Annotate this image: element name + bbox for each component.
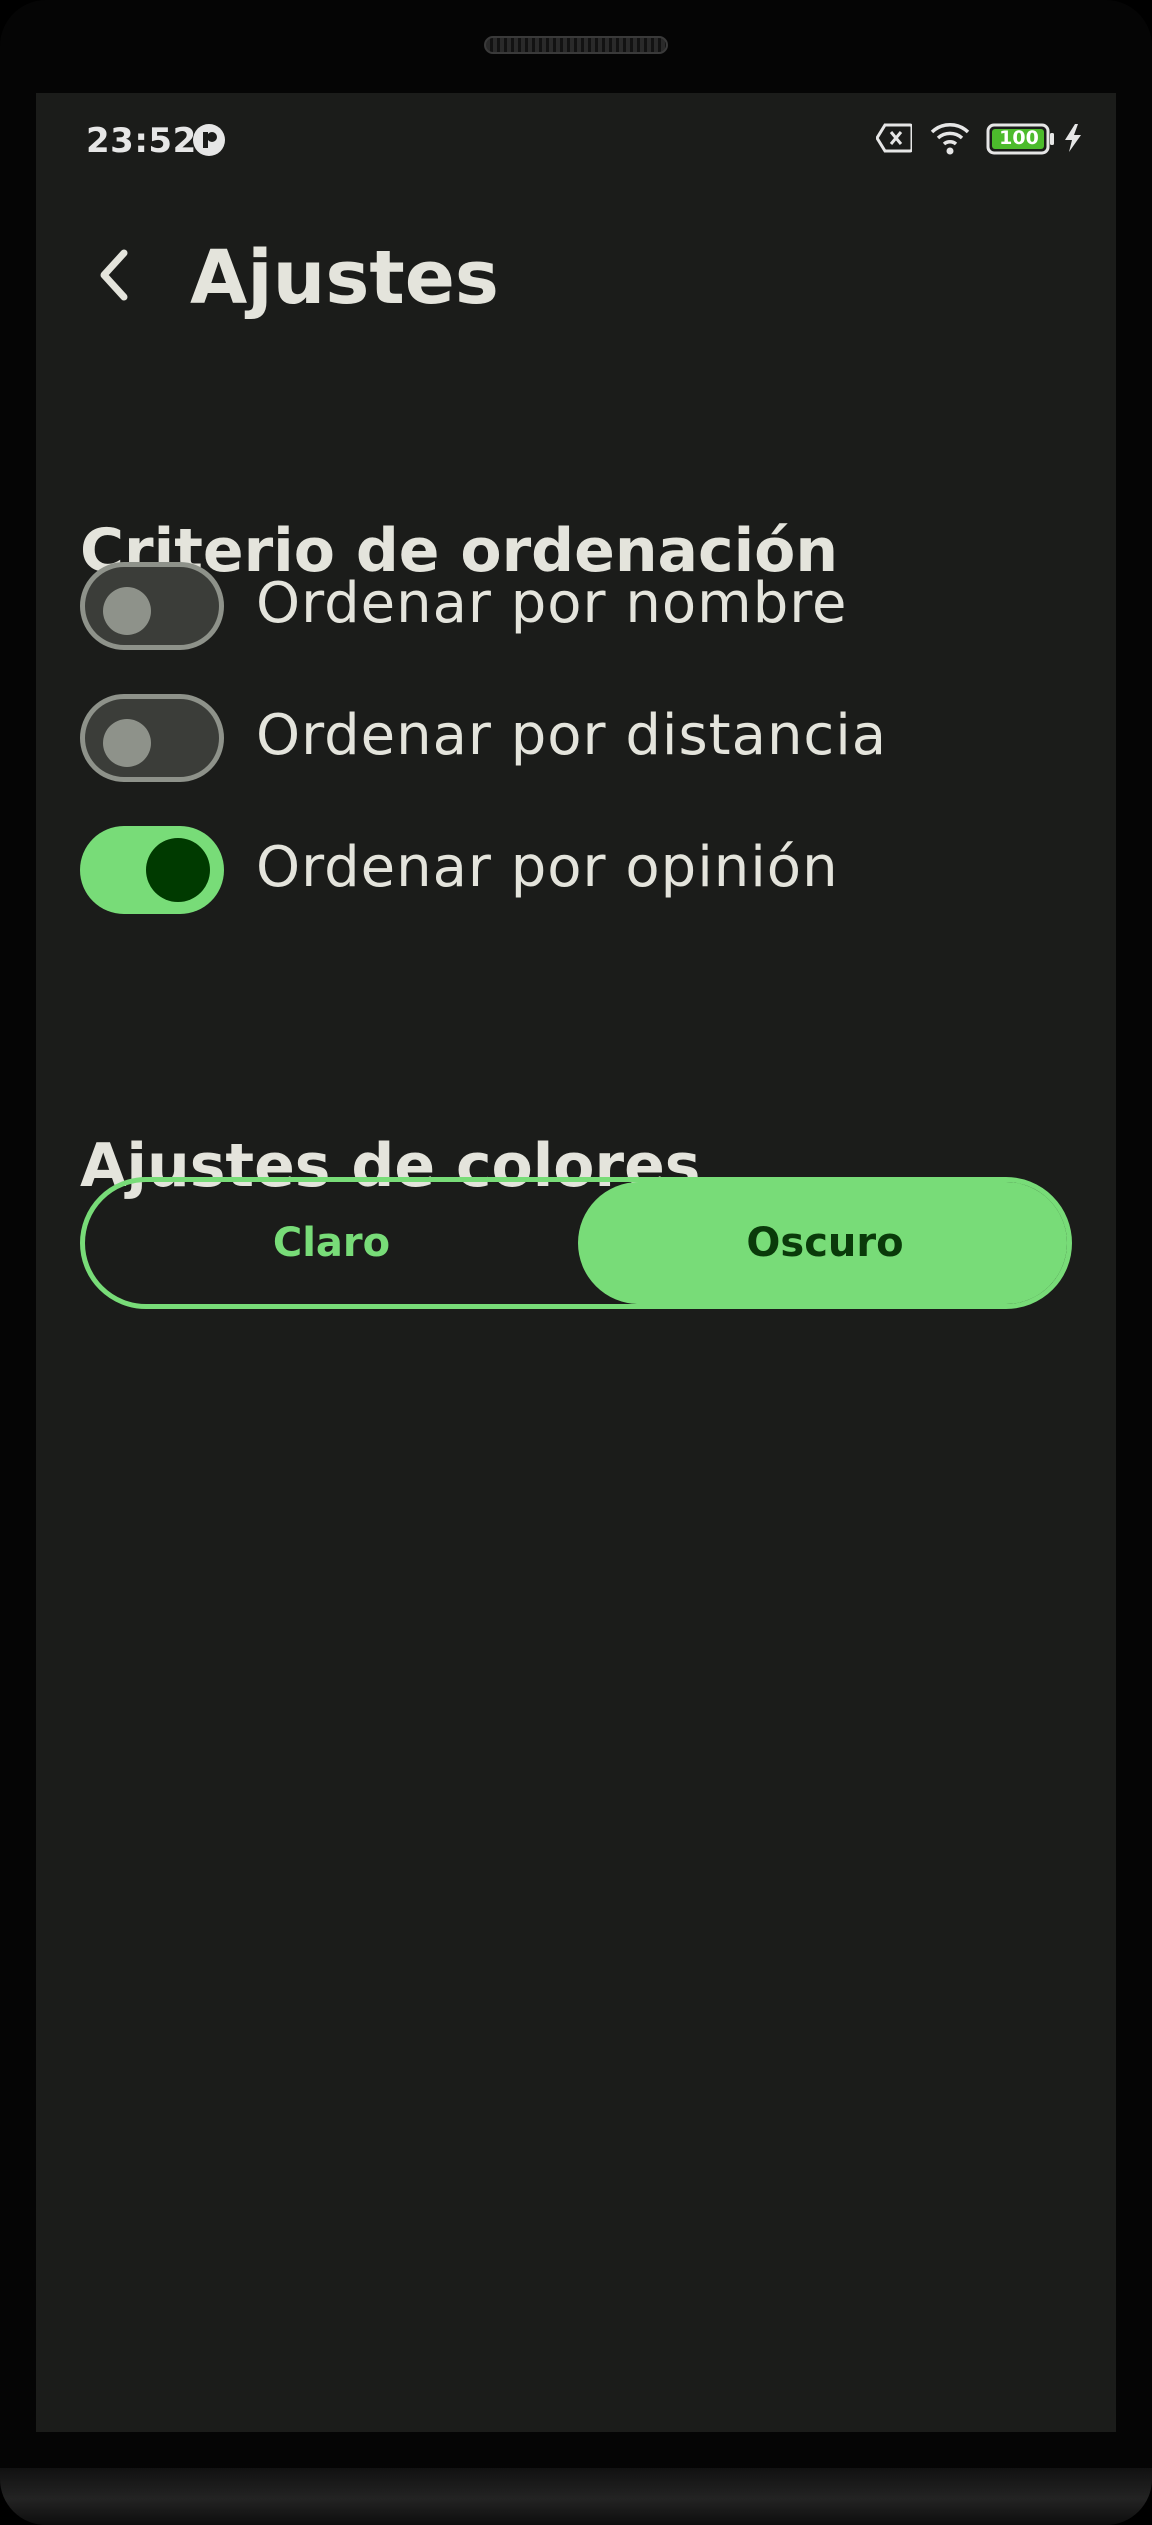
sort-by-name-switch[interactable] bbox=[80, 562, 224, 650]
page-title: Ajustes bbox=[190, 235, 499, 321]
battery-icon: 100 bbox=[986, 123, 1056, 159]
theme-light-button[interactable]: Claro bbox=[85, 1182, 578, 1304]
no-sim-icon bbox=[875, 123, 914, 157]
sort-option-distance[interactable]: Ordenar por distancia bbox=[80, 694, 980, 784]
notification-app-icon bbox=[192, 123, 226, 157]
wifi-icon bbox=[930, 121, 970, 159]
app-screen: 23:52 100 Ajustes Criterio de ordenación… bbox=[36, 93, 1116, 2432]
switch-thumb bbox=[146, 838, 210, 902]
sort-option-label: Ordenar por opinión bbox=[256, 835, 839, 900]
sort-by-rating-switch[interactable] bbox=[80, 826, 224, 914]
back-button[interactable] bbox=[82, 243, 146, 307]
battery-level: 100 bbox=[999, 127, 1039, 149]
switch-thumb bbox=[103, 719, 151, 767]
status-bar: 23:52 100 bbox=[36, 93, 1116, 189]
theme-segmented-control: Claro Oscuro bbox=[80, 1177, 1072, 1309]
theme-dark-button[interactable]: Oscuro bbox=[578, 1182, 1067, 1304]
status-time: 23:52 bbox=[86, 121, 197, 161]
sort-option-label: Ordenar por distancia bbox=[256, 703, 888, 768]
sort-option-label: Ordenar por nombre bbox=[256, 571, 848, 636]
sort-option-rating[interactable]: Ordenar por opinión bbox=[80, 826, 980, 916]
charging-bolt-icon bbox=[1062, 123, 1084, 157]
phone-bottom-bezel bbox=[0, 2468, 1152, 2525]
phone-frame: 23:52 100 Ajustes Criterio de ordenación… bbox=[0, 0, 1152, 2525]
chevron-left-icon bbox=[100, 249, 128, 301]
sort-by-distance-switch[interactable] bbox=[80, 694, 224, 782]
sort-option-name[interactable]: Ordenar por nombre bbox=[80, 562, 980, 652]
earpiece-speaker bbox=[484, 36, 668, 54]
switch-thumb bbox=[103, 587, 151, 635]
status-icons: 100 bbox=[875, 121, 1086, 161]
